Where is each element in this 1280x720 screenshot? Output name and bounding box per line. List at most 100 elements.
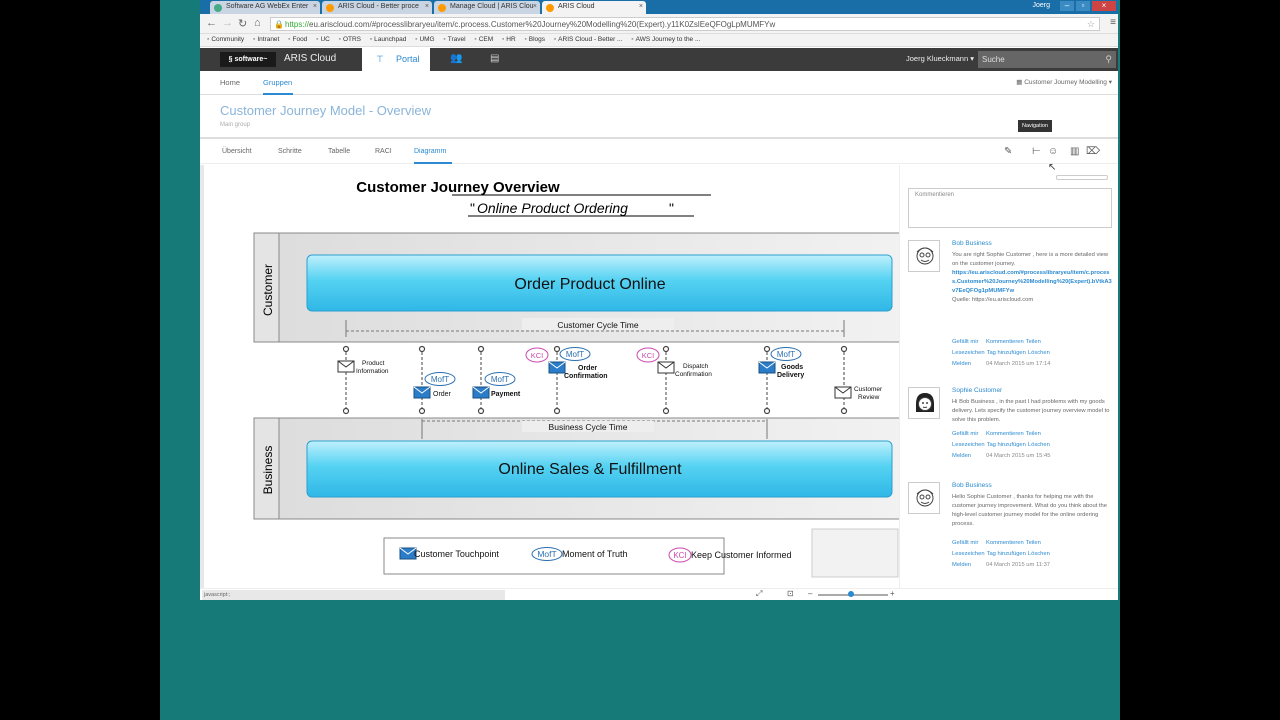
add-tag-link[interactable]: Tag hinzufügen <box>987 549 1026 560</box>
report-link[interactable]: Melden <box>952 560 984 571</box>
reply-link[interactable]: Kommentieren <box>986 429 1024 440</box>
diagram-minimap[interactable] <box>811 528 899 578</box>
comment-input[interactable]: Kommentieren <box>908 188 1112 228</box>
close-icon[interactable]: × <box>533 3 537 10</box>
logo-text: software <box>234 56 264 63</box>
browser-tab-active[interactable]: ARIS Cloud × <box>542 1 646 14</box>
zoom-in-icon[interactable]: + <box>890 589 895 598</box>
bookmark[interactable]: CEM <box>474 34 493 46</box>
comment-actions: Gefällt mir Kommentieren Teilen Lesezeiche… <box>952 337 1117 370</box>
legend-badge: KCI <box>673 551 686 560</box>
aris-icon <box>438 4 446 12</box>
bookmark-link[interactable]: Lesezeichen <box>952 440 985 451</box>
add-tag-link[interactable]: Tag hinzufügen <box>987 440 1026 451</box>
reply-link[interactable]: Kommentieren <box>986 538 1024 549</box>
fullscreen-icon[interactable]: ⊡ <box>787 589 794 598</box>
software-ag-logo[interactable]: § software~ <box>220 52 276 67</box>
touchpoint-customer-review[interactable]: Customer Review <box>834 386 883 401</box>
tab-uebersicht[interactable]: Übersicht <box>222 148 252 155</box>
nav-gruppen[interactable]: Gruppen <box>263 78 292 87</box>
close-icon[interactable]: × <box>425 3 429 10</box>
bookmark[interactable]: AWS Journey to the ... <box>631 34 701 46</box>
users-icon[interactable]: 👥 <box>450 53 462 64</box>
address-bar[interactable]: 🔒 https://eu.ariscloud.com/#processlibra… <box>270 17 1100 31</box>
touchpoint-dispatch-confirmation[interactable]: KCI Dispatch Confirmation <box>636 347 712 378</box>
bookmark[interactable]: Food <box>288 34 307 46</box>
share-link[interactable]: Teilen <box>1026 538 1058 549</box>
comment-author[interactable]: Sophie Customer <box>952 387 1002 394</box>
bookmark[interactable]: Launchpad <box>370 34 406 46</box>
browser-tab[interactable]: Manage Cloud | ARIS Clou × <box>434 1 540 14</box>
comment-author[interactable]: Bob Business <box>952 482 992 489</box>
portal-tab[interactable]: ⊤ Portal <box>362 48 430 71</box>
user-menu[interactable]: Joerg Klueckmann ▾ <box>906 54 974 63</box>
bookmark[interactable]: Travel <box>443 34 466 46</box>
close-window-icon[interactable]: × <box>1092 1 1116 11</box>
share-link[interactable]: Teilen <box>1026 337 1058 348</box>
comment-date: 04 March 2015 um 17:14 <box>986 361 1051 367</box>
navigation-icon[interactable]: ⊢ <box>1032 146 1041 157</box>
database-selector[interactable]: ▦ Customer Journey Modelling ▾ <box>1016 78 1112 86</box>
bookmark-link[interactable]: Lesezeichen <box>952 549 985 560</box>
avatar[interactable] <box>908 482 940 514</box>
menu-icon[interactable]: ≡ <box>1110 17 1116 28</box>
right-letterbox <box>1120 0 1280 720</box>
search-icon[interactable]: ⚲ <box>1105 54 1112 65</box>
add-tag-link[interactable]: Tag hinzufügen <box>987 348 1026 359</box>
back-icon[interactable]: ← <box>206 17 217 29</box>
bookmark[interactable]: Community <box>207 34 244 46</box>
database-icon[interactable]: ▤ <box>490 53 499 64</box>
tab-raci[interactable]: RACI <box>375 148 392 155</box>
bookmark[interactable]: Blogs <box>524 34 545 46</box>
tab-tabelle[interactable]: Tabelle <box>328 148 350 155</box>
maximize-icon[interactable]: ▫ <box>1076 1 1090 11</box>
avatar[interactable] <box>908 240 940 272</box>
close-icon[interactable]: × <box>313 3 317 10</box>
bookmark[interactable]: UMG <box>415 34 434 46</box>
reply-link[interactable]: Kommentieren <box>986 337 1024 348</box>
forward-icon[interactable]: → <box>222 17 233 29</box>
nav-home[interactable]: Home <box>220 78 240 87</box>
comment-author[interactable]: Bob Business <box>952 240 992 247</box>
tab-diagramm[interactable]: Diagramm <box>414 148 446 155</box>
browser-tab[interactable]: Software AG WebEx Enter × <box>210 1 320 14</box>
touchpoint-goods-delivery[interactable]: MofT Goods Delivery <box>758 347 804 380</box>
delete-link[interactable]: Löschen <box>1028 348 1060 359</box>
bookmark[interactable]: ARIS Cloud - Better ... <box>554 34 622 46</box>
fit-page-icon[interactable]: ⤢ <box>756 589 762 599</box>
chart-icon[interactable]: ▥ <box>1070 146 1079 157</box>
reload-icon[interactable]: ↻ <box>238 17 247 30</box>
search-input[interactable]: Suche ⚲ <box>978 51 1116 68</box>
bookmark[interactable]: OTRS <box>339 34 361 46</box>
browser-tab[interactable]: ARIS Cloud - Better proce × <box>322 1 432 14</box>
bookmark[interactable]: UC <box>316 34 329 46</box>
close-icon[interactable]: × <box>639 3 643 10</box>
pencil-icon[interactable]: ✎ <box>1004 146 1012 157</box>
report-link[interactable]: Melden <box>952 359 984 370</box>
diagram-canvas[interactable]: Customer Journey Overview " Online Produ… <box>200 165 899 590</box>
zoom-slider-handle[interactable] <box>848 591 854 597</box>
touchpoint-label: Payment <box>491 391 521 398</box>
touchpoint-order[interactable]: MofT Order <box>413 372 456 399</box>
bookmark[interactable]: Intranet <box>253 34 279 46</box>
tag-icon[interactable]: ⌦ <box>1086 146 1100 157</box>
report-link[interactable]: Melden <box>952 451 984 462</box>
bookmark-link[interactable]: Lesezeichen <box>952 348 985 359</box>
delete-link[interactable]: Löschen <box>1028 440 1060 451</box>
touchpoint-payment[interactable]: MofT Payment <box>472 372 521 399</box>
like-link[interactable]: Gefällt mir <box>952 337 984 348</box>
like-link[interactable]: Gefällt mir <box>952 429 984 440</box>
share-link[interactable]: Teilen <box>1026 429 1058 440</box>
bookmark[interactable]: HR <box>502 34 515 46</box>
like-link[interactable]: Gefällt mir <box>952 538 984 549</box>
comment-link[interactable]: https://eu.ariscloud.com/#processlibrary… <box>952 270 1112 294</box>
user-icon[interactable]: ☺ <box>1048 146 1058 157</box>
home-icon[interactable]: ⌂ <box>254 17 261 29</box>
tab-schritte[interactable]: Schritte <box>278 148 302 155</box>
zoom-out-icon[interactable]: – <box>808 589 812 598</box>
minimize-icon[interactable]: – <box>1060 1 1074 11</box>
star-icon[interactable]: ☆ <box>1087 19 1095 30</box>
avatar[interactable] <box>908 387 940 419</box>
touchpoint-order-confirmation[interactable]: KCI MofT Order Confirmation <box>525 347 608 381</box>
delete-link[interactable]: Löschen <box>1028 549 1060 560</box>
